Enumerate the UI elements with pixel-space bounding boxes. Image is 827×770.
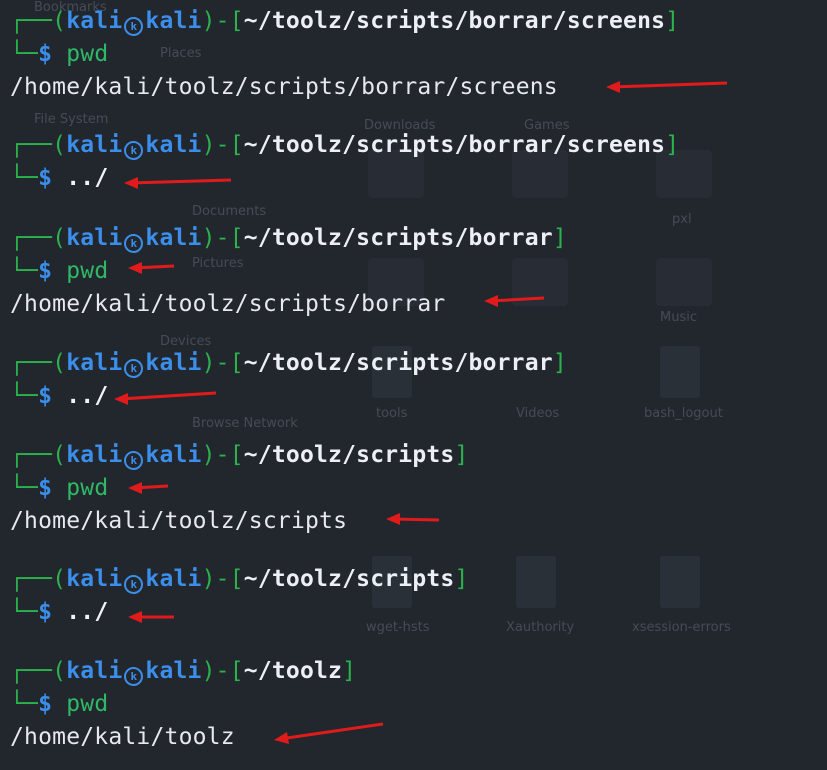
- prompt-frame-top: ┌──(: [10, 8, 67, 34]
- prompt-frame-bottom: └─: [10, 475, 39, 501]
- prompt-path: ~/toolz/scripts: [243, 442, 455, 468]
- command-text: pwd: [66, 475, 109, 501]
- prompt-host: kali: [145, 350, 202, 376]
- prompt-path: ~/toolz: [243, 658, 343, 684]
- prompt-bracket-close: ]: [665, 8, 680, 34]
- terminal-window[interactable]: ┌──(kali k kali)-[~/toolz/scripts/borrar/s…: [0, 0, 827, 770]
- prompt-bracket: )-[: [201, 225, 244, 251]
- prompt-bracket-close: ]: [552, 225, 567, 251]
- prompt-bracket-close: ]: [665, 132, 680, 158]
- prompt-host: kali: [145, 8, 202, 34]
- prompt-frame-bottom: └─: [10, 165, 39, 191]
- command-text: pwd: [66, 691, 109, 717]
- command-text: ../: [66, 383, 109, 409]
- prompt-bracket-close: ]: [552, 350, 567, 376]
- command-text: pwd: [66, 258, 109, 284]
- command-line[interactable]: └─$ pwd: [10, 256, 108, 286]
- kali-skull-icon: k: [124, 667, 144, 686]
- command-line[interactable]: └─$ ../: [10, 163, 108, 193]
- prompt-user: kali: [66, 225, 123, 251]
- prompt-dollar: $: [38, 599, 53, 625]
- kali-skull-icon: k: [124, 17, 144, 36]
- prompt-frame-top: ┌──(: [10, 658, 67, 684]
- prompt-header: ┌──(kali k kali)-[~/toolz/scripts/borrar/s…: [10, 130, 679, 160]
- prompt-path: ~/toolz/scripts/borrar: [243, 350, 553, 376]
- prompt-user: kali: [66, 658, 123, 684]
- command-line[interactable]: └─$ pwd: [10, 689, 108, 719]
- prompt-bracket: )-[: [201, 658, 244, 684]
- prompt-frame-top: ┌──(: [10, 225, 67, 251]
- prompt-header: ┌──(kali k kali)-[~/toolz/scripts]: [10, 440, 469, 470]
- prompt-frame-bottom: └─: [10, 383, 39, 409]
- command-line[interactable]: └─$ ../: [10, 381, 108, 411]
- prompt-host: kali: [145, 566, 202, 592]
- command-text: pwd: [66, 41, 109, 67]
- prompt-dollar: $: [38, 383, 53, 409]
- prompt-frame-top: ┌──(: [10, 350, 67, 376]
- prompt-bracket: )-[: [201, 350, 244, 376]
- kali-skull-icon: k: [124, 451, 144, 470]
- kali-skull-icon: k: [124, 575, 144, 594]
- prompt-user: kali: [66, 132, 123, 158]
- kali-skull-icon: k: [124, 141, 144, 160]
- command-output: /home/kali/toolz: [10, 724, 235, 750]
- prompt-bracket-close: ]: [454, 566, 469, 592]
- prompt-header: ┌──(kali k kali)-[~/toolz]: [10, 656, 356, 686]
- command-text: ../: [66, 165, 109, 191]
- prompt-host: kali: [145, 658, 202, 684]
- prompt-user: kali: [66, 442, 123, 468]
- prompt-user: kali: [66, 566, 123, 592]
- prompt-frame-bottom: └─: [10, 599, 39, 625]
- prompt-frame-top: ┌──(: [10, 566, 67, 592]
- prompt-host: kali: [145, 132, 202, 158]
- prompt-bracket: )-[: [201, 8, 244, 34]
- prompt-header: ┌──(kali k kali)-[~/toolz/scripts]: [10, 564, 469, 594]
- command-line[interactable]: └─$ pwd: [10, 39, 108, 69]
- prompt-dollar: $: [38, 691, 53, 717]
- prompt-host: kali: [145, 442, 202, 468]
- command-line[interactable]: └─$ pwd: [10, 473, 108, 503]
- command-output: /home/kali/toolz/scripts: [10, 508, 348, 534]
- prompt-frame-top: ┌──(: [10, 442, 67, 468]
- prompt-frame-bottom: └─: [10, 258, 39, 284]
- prompt-bracket-close: ]: [342, 658, 357, 684]
- prompt-dollar: $: [38, 165, 53, 191]
- prompt-frame-top: ┌──(: [10, 132, 67, 158]
- prompt-user: kali: [66, 350, 123, 376]
- prompt-header: ┌──(kali k kali)-[~/toolz/scripts/borrar/s…: [10, 6, 679, 36]
- prompt-bracket-close: ]: [454, 442, 469, 468]
- command-output: /home/kali/toolz/scripts/borrar: [10, 291, 446, 317]
- prompt-dollar: $: [38, 475, 53, 501]
- prompt-frame-bottom: └─: [10, 41, 39, 67]
- prompt-bracket: )-[: [201, 132, 244, 158]
- kali-skull-icon: k: [124, 234, 144, 253]
- prompt-path: ~/toolz/scripts: [243, 566, 455, 592]
- command-output: /home/kali/toolz/scripts/borrar/screens: [10, 74, 558, 100]
- prompt-host: kali: [145, 225, 202, 251]
- prompt-bracket: )-[: [201, 442, 244, 468]
- command-text: ../: [66, 599, 109, 625]
- prompt-bracket: )-[: [201, 566, 244, 592]
- prompt-frame-bottom: └─: [10, 691, 39, 717]
- prompt-path: ~/toolz/scripts/borrar/screens: [243, 8, 666, 34]
- prompt-path: ~/toolz/scripts/borrar/screens: [243, 132, 666, 158]
- prompt-dollar: $: [38, 258, 53, 284]
- prompt-header: ┌──(kali k kali)-[~/toolz/scripts/borrar]: [10, 223, 567, 253]
- prompt-dollar: $: [38, 41, 53, 67]
- prompt-user: kali: [66, 8, 123, 34]
- command-line[interactable]: └─$ ../: [10, 597, 108, 627]
- kali-skull-icon: k: [124, 359, 144, 378]
- prompt-path: ~/toolz/scripts/borrar: [243, 225, 553, 251]
- prompt-header: ┌──(kali k kali)-[~/toolz/scripts/borrar]: [10, 348, 567, 378]
